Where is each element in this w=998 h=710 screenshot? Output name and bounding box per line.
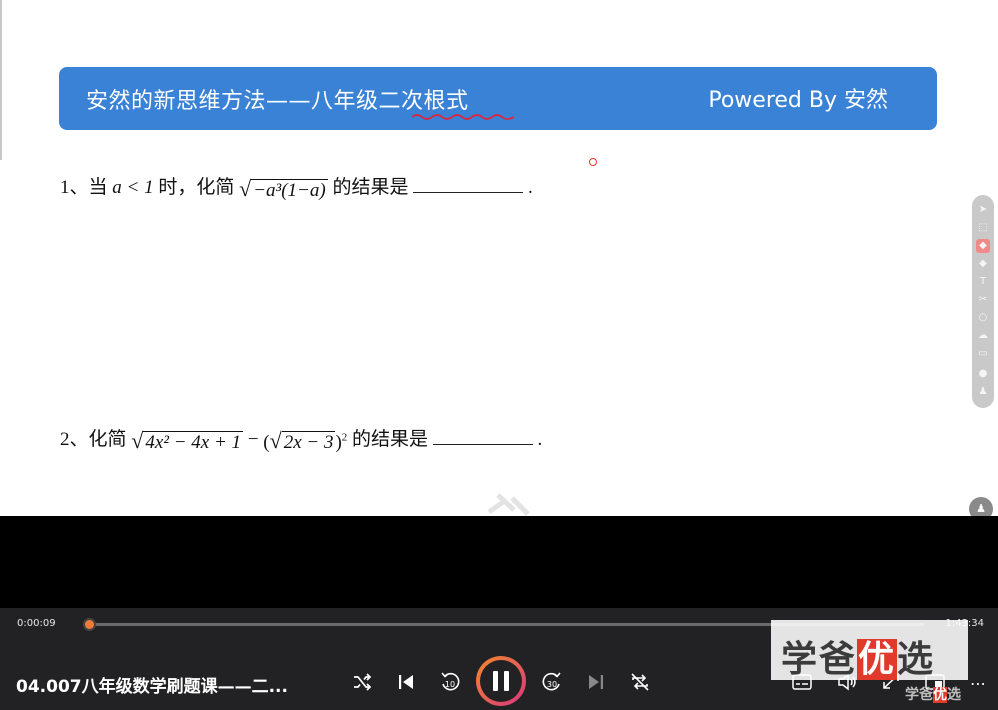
more-options-icon[interactable]: ⋯ xyxy=(970,674,987,693)
scissors-icon[interactable]: ✂ xyxy=(976,293,990,307)
banner-powered-by: Powered By 安然 xyxy=(708,88,888,113)
problem-2-end: . xyxy=(537,429,543,450)
problem-2-prefix: 2、化简 xyxy=(60,429,127,450)
brand-watermark-small: 学爸优选 xyxy=(905,687,961,703)
annotation-toolbar: ➤ ⬚ ◆ ◆ T ✂ ○ ☁ ▭ ● ♟ xyxy=(972,195,994,408)
problem-1: 1、当 a < 1 时，化简 √ −a³(1−a) 的结果是 . xyxy=(60,172,533,202)
svg-text:30: 30 xyxy=(547,680,557,689)
laser-pointer-icon xyxy=(589,158,597,166)
problem-1-answer-blank xyxy=(413,175,524,193)
problem-1-radicand: −a³(1−a) xyxy=(251,178,328,201)
shuffle-icon[interactable] xyxy=(349,669,375,695)
problem-2-answer-blank xyxy=(432,427,533,445)
banner-title: 安然的新思维方法——八年级二次根式 xyxy=(86,89,469,114)
faint-watermark-icon xyxy=(487,493,530,516)
next-icon[interactable] xyxy=(583,669,609,695)
current-time: 0:00:09 xyxy=(17,618,56,629)
problem-1-prefix: 1、当 xyxy=(60,177,108,198)
brand-watermark: 学爸优选 xyxy=(771,620,968,680)
chat-icon[interactable]: ● xyxy=(976,367,990,381)
forward-30-icon[interactable]: 30 xyxy=(539,669,565,695)
video-title: 04.007八年级数学刷题课——二... xyxy=(16,677,288,697)
problem-2-radicand: 4x² − 4x + 1 xyxy=(143,430,244,453)
user-fold-icon[interactable]: ♟ xyxy=(969,497,993,516)
slide-edge xyxy=(0,0,2,160)
problem-1-radical: √ −a³(1−a) xyxy=(239,175,328,201)
text-icon[interactable]: T xyxy=(976,275,990,289)
problem-2: 2、化简 √ 4x² − 4x + 1 − (√ 2x − 3)2 的结果是 . xyxy=(60,424,542,454)
problem-1-condition: a < 1 xyxy=(112,177,154,198)
board-icon[interactable]: ▭ xyxy=(976,347,990,361)
problem-1-mid: 时，化简 xyxy=(158,177,235,198)
brand-logo: 学爸优选 xyxy=(781,639,936,680)
highlighter-icon[interactable]: ◆ xyxy=(976,239,990,253)
repeat-off-icon[interactable] xyxy=(627,669,653,695)
red-squiggle-annotation xyxy=(411,114,515,120)
problem-2-suffix: 的结果是 xyxy=(352,429,429,450)
slide-banner: 安然的新思维方法——八年级二次根式 Powered By 安然 xyxy=(59,67,937,130)
problem-1-end: . xyxy=(527,177,533,198)
problem-2-inner-radicand: 2x − 3 xyxy=(281,430,336,453)
pause-icon xyxy=(480,660,522,702)
previous-icon[interactable] xyxy=(393,669,419,695)
rewind-10-icon[interactable]: 10 xyxy=(437,669,463,695)
cloud-icon[interactable]: ☁ xyxy=(976,329,990,343)
pointer-icon[interactable]: ➤ xyxy=(976,203,990,217)
problem-2-minus: − xyxy=(247,429,259,450)
slide-area: 安然的新思维方法——八年级二次根式 Powered By 安然 1、当 a < … xyxy=(0,0,998,516)
eraser-icon[interactable]: ◆ xyxy=(976,257,990,271)
svg-text:10: 10 xyxy=(445,680,455,689)
pause-button[interactable] xyxy=(476,656,526,706)
problem-2-squared-radical: (√ 2x − 3)2 xyxy=(263,427,348,453)
user-icon[interactable]: ♟ xyxy=(976,385,990,399)
problem-1-suffix: 的结果是 xyxy=(332,177,409,198)
shape-icon[interactable]: ○ xyxy=(976,311,990,325)
problem-2-radical: √ 4x² − 4x + 1 xyxy=(131,427,244,453)
select-icon[interactable]: ⬚ xyxy=(976,221,990,235)
video-player: 0:00:09 1:43:34 04.007八年级数学刷题课——二... 10 … xyxy=(0,516,998,710)
